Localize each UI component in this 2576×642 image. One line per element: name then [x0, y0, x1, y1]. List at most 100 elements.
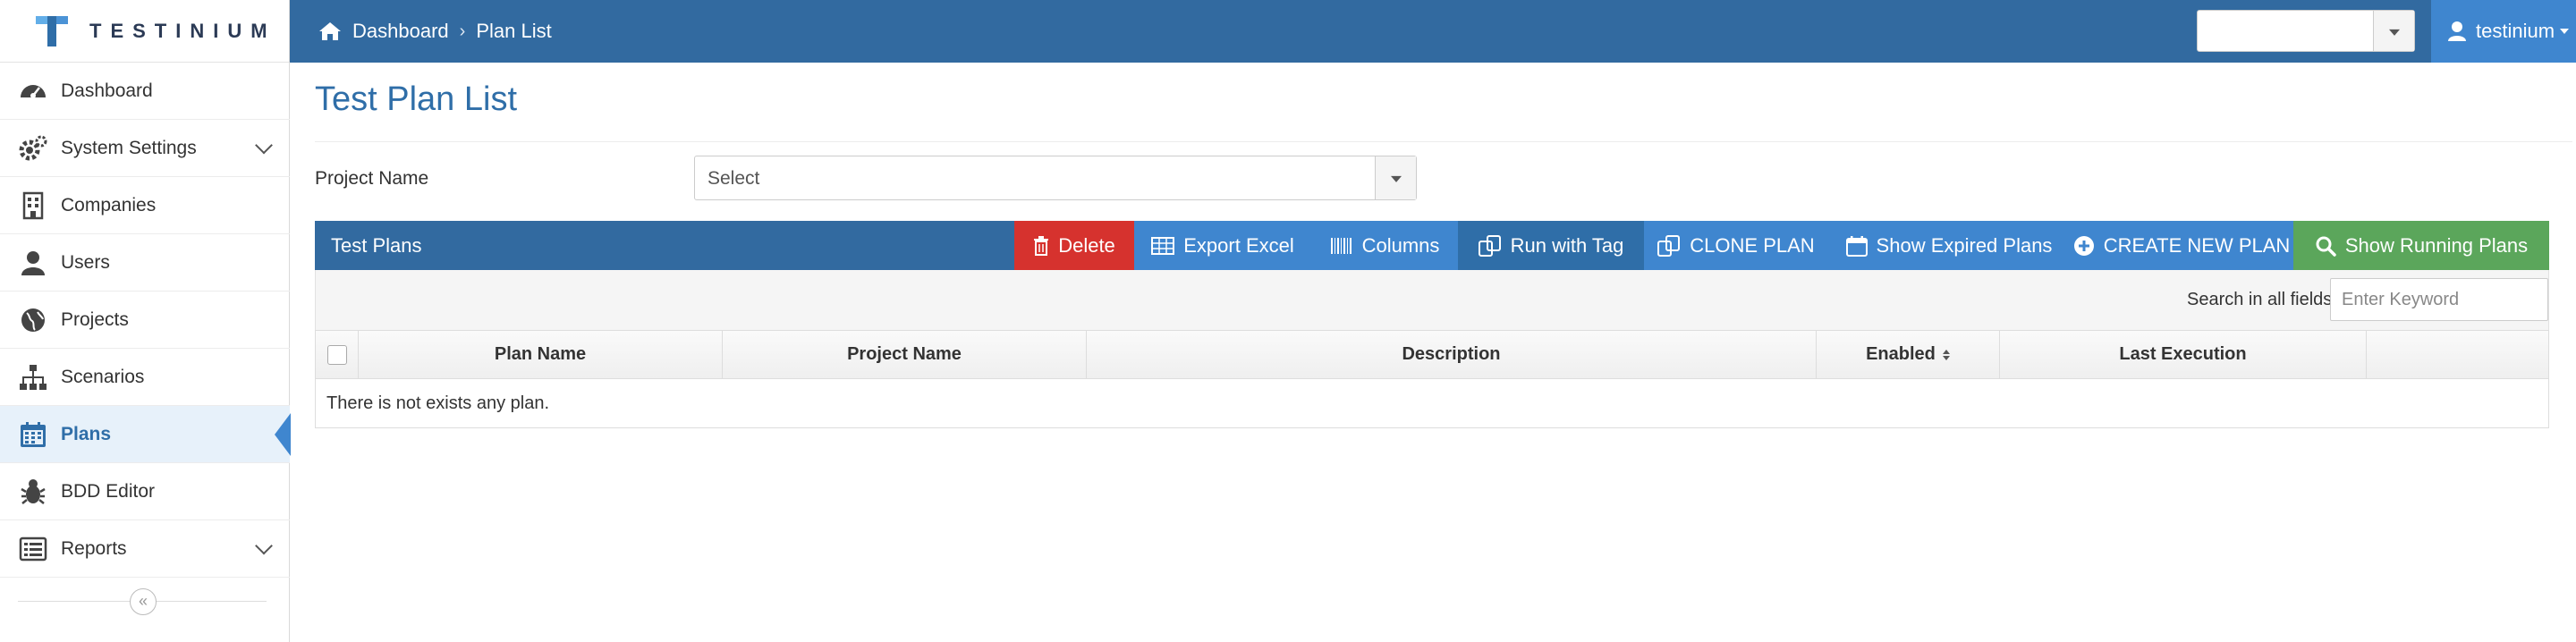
sidebar-item-label: Plans — [61, 423, 112, 444]
show-running-plans-button[interactable]: Show Running Plans — [2293, 221, 2549, 270]
breadcrumb-separator: › — [459, 21, 466, 41]
main-content: Test Plan List Project Name Select Test … — [290, 63, 2576, 642]
app-root: TESTINIUM Dashboard › Plan List testiniu… — [0, 0, 2576, 642]
select-all-checkbox[interactable] — [326, 344, 347, 365]
caret-down-icon — [1390, 175, 1402, 182]
sidebar: Dashboard System Settings Companies User… — [0, 63, 291, 642]
columns-label: Columns — [1361, 233, 1440, 257]
columns-button[interactable]: Columns — [1311, 221, 1458, 270]
copy-icon — [1478, 234, 1501, 257]
sort-icon — [1942, 349, 1950, 360]
trash-icon — [1034, 235, 1049, 256]
sidebar-item-plans[interactable]: Plans — [0, 406, 291, 463]
sidebar-item-system-settings[interactable]: System Settings — [0, 120, 290, 177]
delete-button[interactable]: Delete — [1014, 221, 1134, 270]
run-with-tag-label: Run with Tag — [1510, 233, 1624, 257]
project-name-label: Project Name — [315, 168, 429, 189]
sidebar-item-companies[interactable]: Companies — [0, 177, 290, 234]
sidebar-item-scenarios[interactable]: Scenarios — [0, 349, 290, 406]
project-name-select[interactable]: Select — [694, 156, 1417, 200]
search-label: Search in all fields: — [2187, 290, 2337, 309]
plans-table: Plan Name Project Name Description Enabl… — [315, 330, 2549, 428]
sidebar-item-projects[interactable]: Projects — [0, 291, 290, 349]
active-pointer — [275, 412, 291, 456]
column-header-plan-name[interactable]: Plan Name — [359, 331, 723, 378]
clone-plan-label: CLONE PLAN — [1690, 233, 1815, 257]
sidebar-item-label: Projects — [61, 308, 129, 330]
table-header: Plan Name Project Name Description Enabl… — [315, 330, 2549, 379]
title-divider — [315, 141, 2572, 142]
run-with-tag-button[interactable]: Run with Tag — [1458, 221, 1644, 270]
logo-text: TESTINIUM — [89, 20, 276, 42]
testinium-logo-icon — [36, 16, 68, 46]
plus-circle-icon — [2073, 235, 2094, 256]
caret-down-icon — [2388, 29, 2400, 36]
column-header-enabled[interactable]: Enabled — [1817, 331, 2000, 378]
columns-icon — [1330, 237, 1352, 254]
bug-icon — [21, 478, 46, 504]
breadcrumb-plan-list: Plan List — [476, 20, 552, 42]
top-company-select[interactable] — [2197, 10, 2415, 52]
project-select-toggle[interactable] — [1375, 156, 1416, 199]
select-all-cell — [316, 331, 359, 378]
dashboard-icon — [21, 84, 46, 98]
column-header-enabled-label: Enabled — [1866, 344, 1936, 364]
caret-down-icon — [2560, 29, 2570, 34]
sidebar-item-label: Scenarios — [61, 366, 145, 387]
home-icon[interactable] — [318, 21, 342, 42]
top-select-toggle[interactable] — [2373, 11, 2414, 51]
clone-plan-button[interactable]: CLONE PLAN — [1644, 221, 1828, 270]
breadcrumb-dashboard[interactable]: Dashboard — [352, 20, 449, 43]
sidebar-item-users[interactable]: Users — [0, 234, 290, 291]
column-header-description[interactable]: Description — [1087, 331, 1817, 378]
column-header-project-name[interactable]: Project Name — [723, 331, 1087, 378]
building-icon — [22, 191, 44, 219]
globe-icon — [21, 308, 45, 332]
chevron-down-icon[interactable] — [255, 536, 273, 554]
show-running-plans-label: Show Running Plans — [2344, 233, 2529, 257]
table-row: There is not exists any plan. — [315, 379, 2549, 428]
sidebar-item-label: Dashboard — [61, 80, 153, 101]
list-icon — [19, 536, 47, 561]
page-title: Test Plan List — [315, 80, 517, 118]
sidebar-item-label: Reports — [61, 537, 127, 559]
user-icon — [2448, 21, 2466, 41]
create-new-plan-label: CREATE NEW PLAN — [2103, 233, 2291, 257]
breadcrumb: Dashboard › Plan List — [318, 0, 552, 63]
delete-label: Delete — [1058, 233, 1115, 257]
sidebar-item-label: Companies — [61, 194, 157, 215]
sidebar-item-label: System Settings — [61, 137, 197, 158]
sidebar-item-label: BDD Editor — [61, 480, 156, 502]
show-expired-plans-label: Show Expired Plans — [1876, 233, 2053, 257]
user-name: testinium — [2476, 20, 2555, 42]
sitemap-icon — [20, 364, 47, 390]
show-expired-plans-button[interactable]: Show Expired Plans — [1828, 221, 2070, 270]
chevron-down-icon[interactable] — [255, 136, 273, 154]
create-new-plan-button[interactable]: CREATE NEW PLAN — [2070, 221, 2293, 270]
top-bar: TESTINIUM Dashboard › Plan List testiniu… — [0, 0, 2576, 63]
empty-table-message: There is not exists any plan. — [326, 393, 550, 413]
search-input[interactable] — [2330, 278, 2548, 321]
gears-icon — [19, 135, 47, 160]
export-excel-button[interactable]: Export Excel — [1134, 221, 1311, 270]
table-icon — [1151, 236, 1175, 255]
sidebar-item-bdd-editor[interactable]: BDD Editor — [0, 463, 290, 520]
sidebar-collapse-button[interactable]: « — [130, 588, 157, 615]
sidebar-item-reports[interactable]: Reports — [0, 520, 290, 578]
logo[interactable]: TESTINIUM — [0, 0, 290, 63]
test-plans-panel-header: Test Plans Delete Export Excel Columns R… — [315, 221, 2549, 270]
sidebar-item-dashboard[interactable]: Dashboard — [0, 63, 290, 120]
table-search-bar: Search in all fields: — [315, 270, 2549, 330]
user-icon — [21, 250, 45, 275]
search-icon — [2316, 236, 2336, 257]
column-header-actions — [2367, 331, 2548, 378]
panel-title: Test Plans — [331, 234, 422, 257]
export-excel-label: Export Excel — [1183, 233, 1294, 257]
calendar-icon — [21, 421, 46, 447]
user-menu-button[interactable]: testinium — [2431, 0, 2576, 63]
column-header-last-execution[interactable]: Last Execution — [2000, 331, 2367, 378]
copy-icon — [1657, 234, 1681, 257]
calendar-icon — [1845, 235, 1868, 257]
project-select-value: Select — [708, 168, 760, 189]
sidebar-item-label: Users — [61, 251, 110, 273]
